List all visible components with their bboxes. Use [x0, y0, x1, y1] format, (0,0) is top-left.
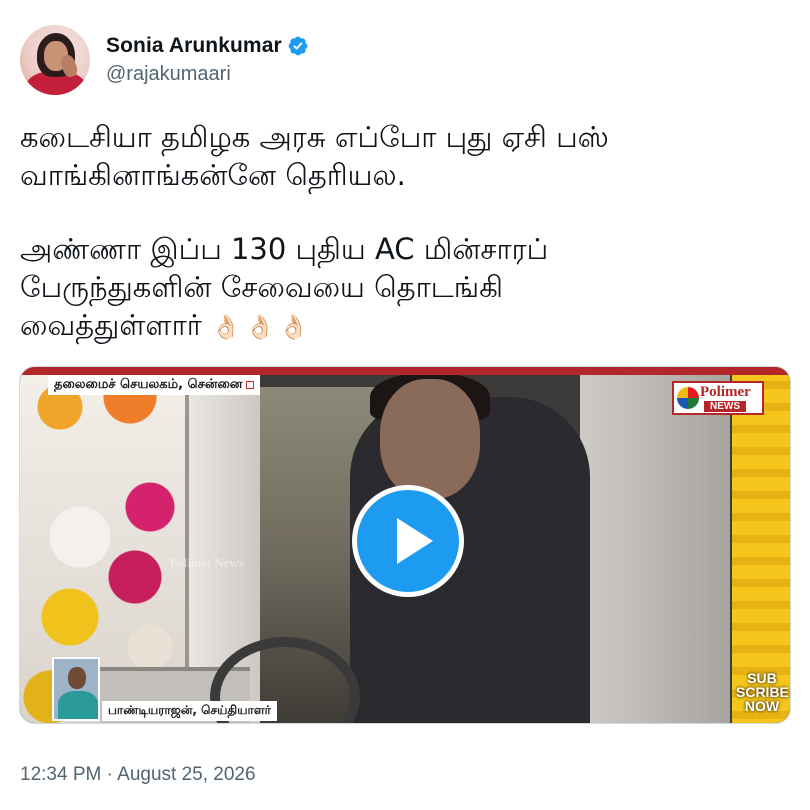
play-button[interactable]: [352, 485, 464, 597]
tweet-line: கடைசியா தமிழக அரசு எப்போ புது ஏசி பஸ்: [20, 120, 609, 154]
subscribe-badge: SUB SCRIBE NOW: [736, 670, 789, 714]
avatar[interactable]: [20, 25, 90, 95]
reporter-caption: பாண்டியராஜன், செய்தியாளர்: [102, 701, 277, 721]
ok-hand-emoji-icon: 👌🏻👌🏻👌🏻: [211, 313, 313, 341]
reporter-photo: [52, 657, 100, 721]
video-player[interactable]: தலைமைச் செயலகம், சென்னை Polimer NEWS Pol…: [19, 366, 791, 724]
verified-badge-icon: [288, 36, 308, 56]
logo-brand: Polimer: [700, 384, 751, 400]
tweet-text: கடைசியா தமிழக அரசு எப்போ புது ஏசி பஸ் வா…: [20, 118, 790, 346]
user-handle[interactable]: @rajakumaari: [106, 63, 309, 86]
tweet-timestamp[interactable]: 12:34 PM · August 25, 2026: [20, 764, 256, 786]
watermark: Polimer News: [170, 555, 245, 570]
tweet-line: வாங்கினாங்கன்னே தெரியல.: [20, 158, 406, 192]
author-info: Sonia Arunkumar @rajakumaari: [106, 34, 309, 86]
tweet-line-with-emoji: வைத்துள்ளார் 👌🏻👌🏻👌🏻: [20, 306, 790, 346]
location-caption: தலைமைச் செயலகம், சென்னை: [48, 375, 261, 395]
tweet-header: Sonia Arunkumar @rajakumaari: [20, 22, 309, 98]
play-icon: [397, 518, 433, 564]
logo-sub: NEWS: [704, 401, 746, 412]
tweet-line-text: வைத்துள்ளார்: [20, 308, 202, 342]
tweet-line: பேருந்துகளின் சேவையை தொடங்கி: [20, 270, 503, 304]
polimer-logo-icon: [677, 387, 699, 409]
polimer-news-logo: Polimer NEWS: [672, 381, 764, 415]
display-name[interactable]: Sonia Arunkumar: [106, 34, 282, 58]
tweet-line: அண்ணா இப்ப 130 புதிய AC மின்சாரப்: [20, 232, 549, 266]
